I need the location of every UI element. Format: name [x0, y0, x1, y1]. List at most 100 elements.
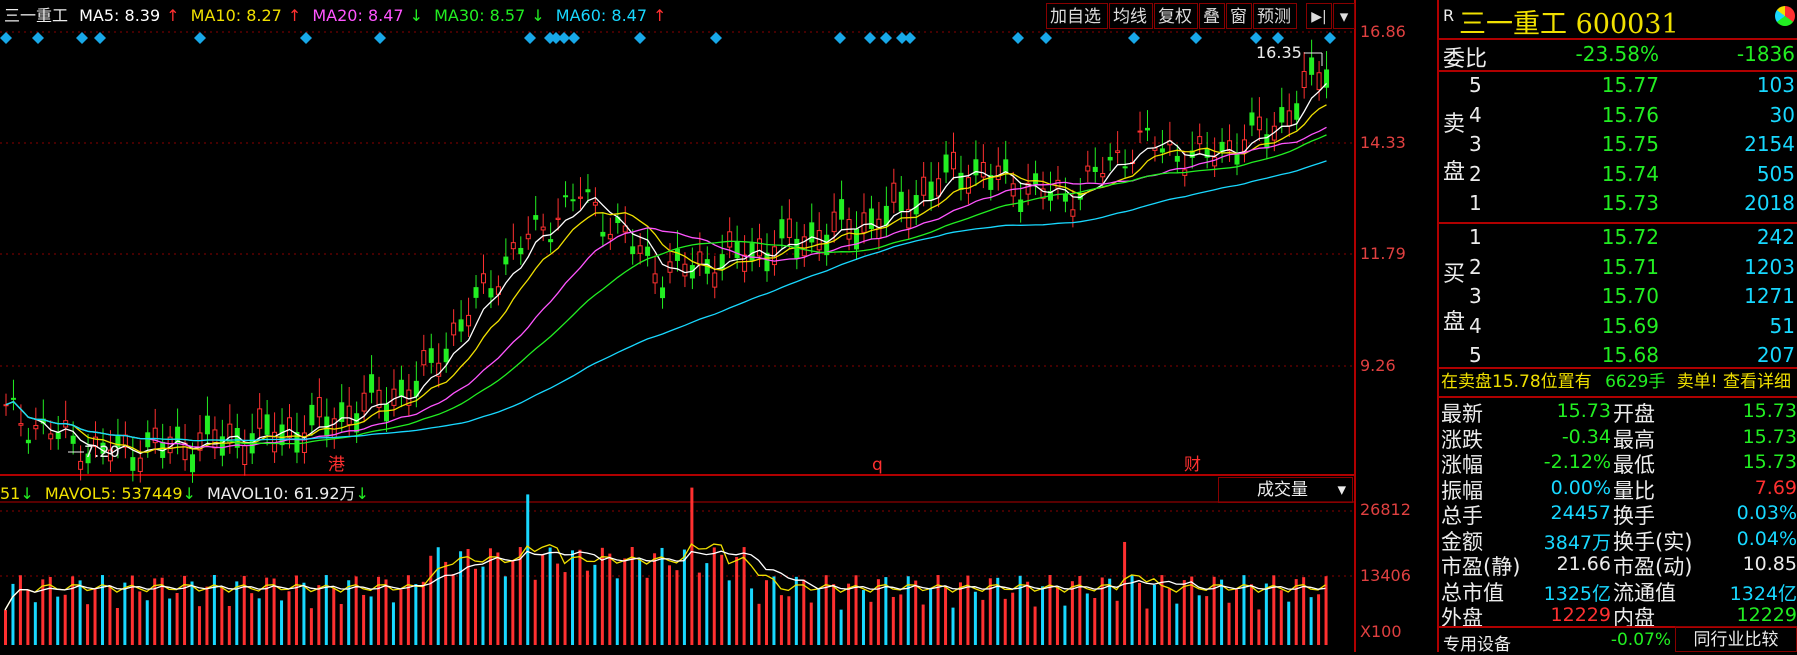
sell-level: 5	[1469, 73, 1482, 97]
candle-body	[190, 454, 196, 473]
candle-body	[145, 432, 151, 448]
candle-body	[525, 233, 531, 240]
chart-area[interactable]: 16.35 7.20 港 q 财 三一重工 MA5: 8.39 ↑ MA10: 8…	[0, 0, 1440, 652]
candle-body	[1100, 172, 1106, 178]
volume-bar	[1152, 584, 1156, 645]
volume-bar	[93, 588, 97, 645]
volume-bar	[421, 581, 425, 645]
candle-body	[607, 233, 613, 240]
sell-price[interactable]: 15.74	[1549, 162, 1659, 186]
candle-body	[1234, 152, 1240, 165]
candle-body	[204, 415, 210, 435]
event-diamond-icon	[634, 32, 646, 44]
candle-body	[1309, 57, 1315, 75]
buy-price[interactable]: 15.69	[1549, 314, 1659, 338]
overlay-button[interactable]: 叠	[1199, 3, 1225, 29]
volume-bar	[944, 585, 948, 645]
candle-body	[257, 408, 263, 429]
candle-body	[1062, 193, 1068, 202]
candle-body	[212, 429, 218, 449]
candle-body	[1219, 141, 1225, 153]
candle-body	[398, 379, 404, 397]
volume-bar	[779, 595, 783, 645]
moving-average-lines	[5, 82, 1327, 455]
volume-bar	[205, 586, 209, 645]
buy-price[interactable]: 15.71	[1549, 255, 1659, 279]
ma-lines-button[interactable]: 均线	[1109, 3, 1153, 29]
quote-value: 15.73	[1742, 425, 1797, 448]
big-order-notice[interactable]: 在卖盘15.78位置有 6629手 卖单! 查看详细	[1441, 369, 1791, 395]
candle-body	[570, 199, 576, 202]
quote-value: 24457	[1550, 502, 1611, 524]
volume-bar	[764, 580, 768, 645]
mavol5-line	[4, 543, 1326, 611]
buy-price[interactable]: 15.70	[1549, 284, 1659, 308]
volume-bar	[272, 578, 276, 645]
candle-body	[18, 423, 24, 426]
sell-side-label-2: 盘	[1443, 160, 1466, 185]
volume-bar	[302, 582, 306, 645]
sell-level: 1	[1469, 191, 1482, 215]
volume-bar	[280, 600, 284, 645]
volume-bar	[466, 549, 470, 645]
volume-bar	[1264, 583, 1268, 645]
restore-rights-button[interactable]: 复权	[1154, 3, 1198, 29]
candle-body	[1137, 130, 1143, 133]
add-favorite-button[interactable]: 加自选	[1046, 3, 1108, 29]
min-price-label: 7.20	[84, 442, 120, 461]
rank-badge: R	[1443, 6, 1455, 25]
volume-bar	[1309, 597, 1313, 645]
candle-body	[585, 189, 591, 193]
volume-bar	[1123, 541, 1127, 645]
quote-value: 15.73	[1742, 451, 1797, 473]
sell-price[interactable]: 15.73	[1549, 191, 1659, 215]
volume-bar	[794, 576, 798, 645]
industry-compare-button[interactable]: 同行业比较	[1675, 626, 1797, 652]
candle-body	[1286, 110, 1292, 127]
volume-bar	[11, 583, 15, 645]
weibi-percent: -23.58%	[1575, 42, 1659, 66]
candlestick-series	[3, 39, 1330, 483]
volume-bar	[1130, 575, 1134, 645]
volume-bar	[48, 576, 52, 645]
candle-body	[1003, 159, 1009, 174]
volume-bar	[571, 550, 575, 645]
volume-bar	[1227, 602, 1231, 645]
ma60-line	[5, 160, 1327, 442]
expand-panel-icon[interactable]: ▶|	[1306, 3, 1332, 29]
window-button[interactable]: 窗	[1226, 3, 1252, 29]
sell-price[interactable]: 15.75	[1549, 132, 1659, 156]
event-markers[interactable]	[0, 32, 1336, 44]
event-diamond-icon	[834, 32, 846, 44]
candle-body	[10, 397, 16, 400]
sector-name[interactable]: 专用设备	[1443, 630, 1511, 655]
event-diamond-icon	[300, 32, 312, 44]
sell-level: 4	[1469, 102, 1482, 127]
candle-body	[480, 273, 486, 284]
quote-value: 3847万	[1543, 531, 1611, 554]
buy-price[interactable]: 15.68	[1549, 343, 1659, 367]
volume-bar	[56, 596, 60, 645]
buy-price[interactable]: 15.72	[1549, 225, 1659, 249]
candle-body	[1256, 116, 1262, 131]
candle-body	[645, 246, 651, 256]
volume-bar	[503, 576, 507, 645]
candle-body	[25, 439, 31, 444]
forecast-button[interactable]: 预测	[1253, 3, 1297, 29]
chart-menu-icon[interactable]: ▾	[1333, 3, 1355, 29]
quote-value: -2.12%	[1543, 451, 1611, 473]
volume-bar	[1220, 579, 1224, 645]
sell-price[interactable]: 15.76	[1549, 103, 1659, 127]
pie-chart-icon[interactable]	[1775, 6, 1795, 26]
buy-level: 3	[1469, 284, 1482, 308]
sell-price[interactable]: 15.77	[1549, 73, 1659, 97]
kline-chart[interactable]: 16.35 7.20 港 q 财	[0, 0, 1440, 652]
candle-body	[652, 273, 658, 284]
volume-bar	[757, 603, 761, 645]
volume-indicator-select[interactable]: 成交量 ▾	[1218, 477, 1353, 503]
volume-bar	[906, 576, 910, 645]
volume-bar	[309, 608, 313, 645]
ma5-line	[5, 82, 1327, 455]
candle-body	[548, 239, 554, 243]
sell-volume: 2018	[1744, 191, 1795, 215]
